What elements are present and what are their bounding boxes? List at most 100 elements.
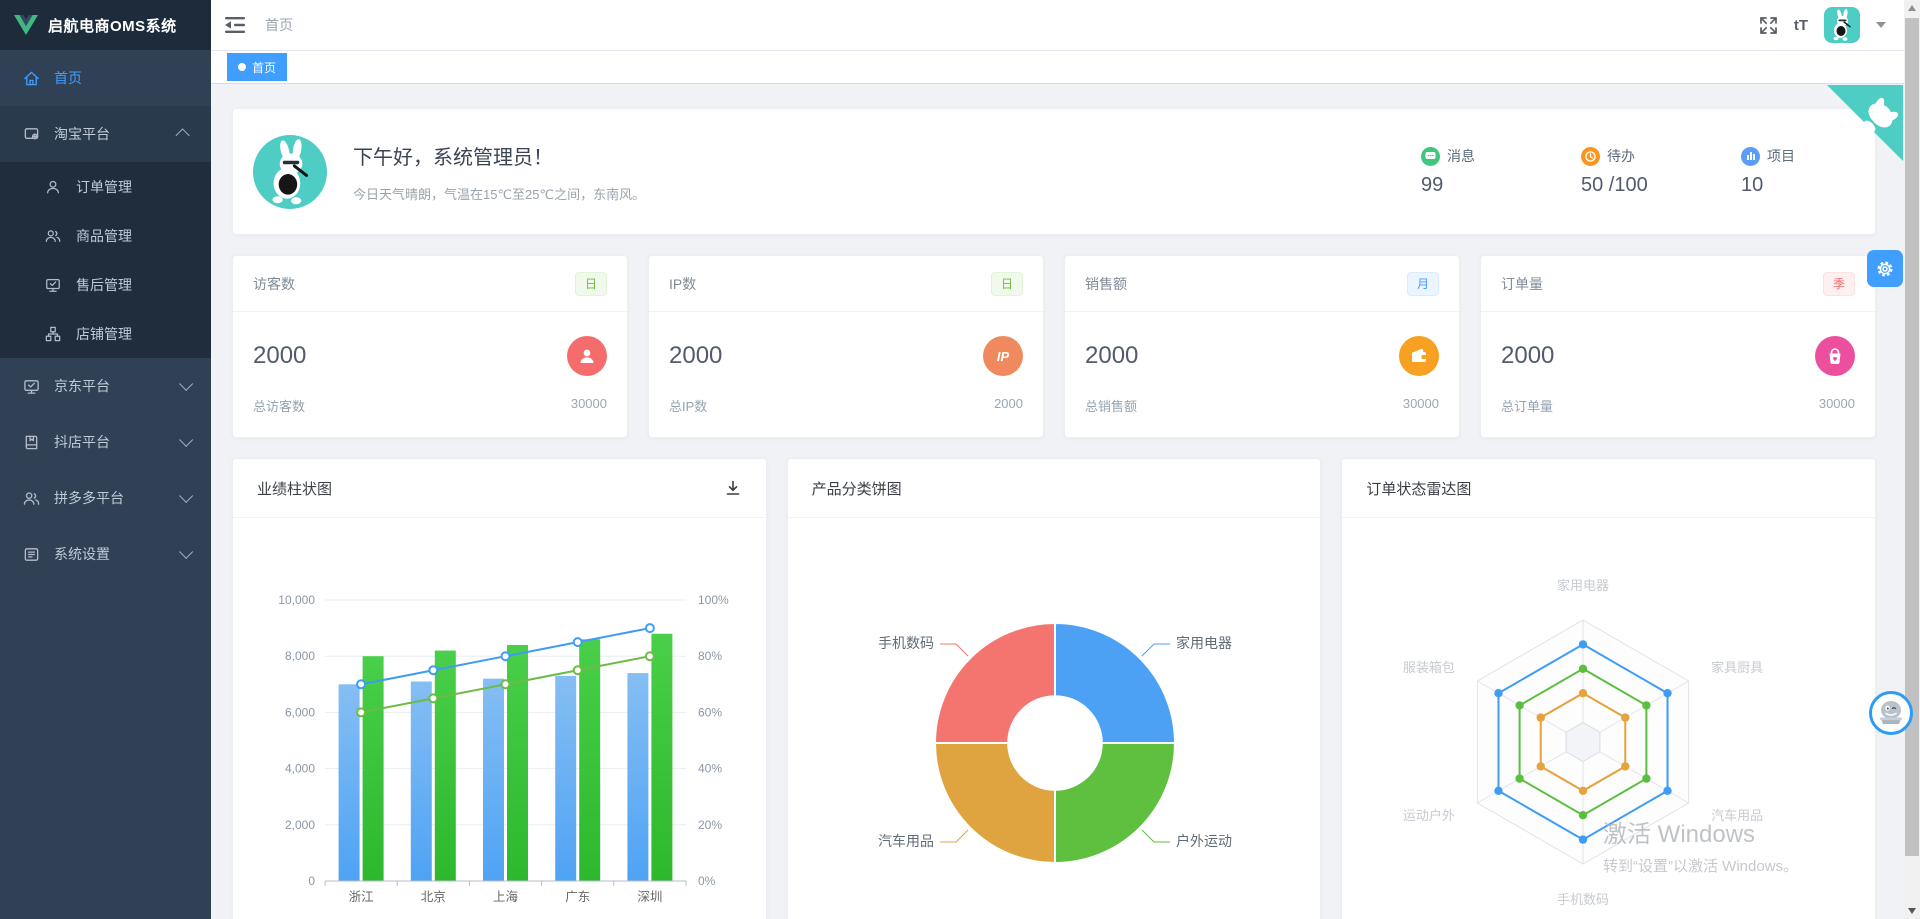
svg-text:0%: 0% xyxy=(698,874,716,888)
svg-text:家用电器: 家用电器 xyxy=(1176,635,1232,651)
stat-cards-row: 访客数 日 2000 总访客数 30000 IP数 日 2000 IP 总IP数… xyxy=(232,255,1876,438)
svg-text:手机数码: 手机数码 xyxy=(1557,892,1609,907)
app-title: 启航电商OMS系统 xyxy=(48,15,177,36)
platform-icon xyxy=(22,125,40,143)
greeting-title: 下午好，系统管理员！ xyxy=(353,141,645,170)
theme-settings-button[interactable] xyxy=(1867,250,1903,287)
stat-card-value: 2000 xyxy=(669,342,722,370)
chevron-up-icon xyxy=(176,128,190,142)
sidebar-item-label: 淘宝平台 xyxy=(54,124,110,144)
sidebar-item-order-management[interactable]: 订单管理 xyxy=(0,162,211,211)
period-badge: 季 xyxy=(1823,272,1855,296)
stat-footer-label: 总访客数 xyxy=(253,396,305,415)
sidebar-item-label: 拼多多平台 xyxy=(54,488,124,508)
sidebar-item-pdd[interactable]: 拼多多平台 xyxy=(0,470,211,526)
sidebar-item-label: 店铺管理 xyxy=(76,324,132,344)
stat-footer-value: 30000 xyxy=(571,396,607,415)
stat-value: 50 /100 xyxy=(1581,174,1669,197)
sidebar-item-taobao[interactable]: 淘宝平台 xyxy=(0,106,211,162)
home-icon xyxy=(22,69,40,87)
customer-service-button[interactable] xyxy=(1869,691,1913,735)
radar-chart-svg: 家用电器家具厨具汽车用品手机数码运动户外服装箱包 xyxy=(1362,518,1857,919)
sidebar-collapse-button[interactable] xyxy=(211,16,259,34)
svg-text:20%: 20% xyxy=(698,818,722,832)
stat-messages: 消息 99 xyxy=(1421,146,1509,197)
monitor-check-icon xyxy=(44,276,62,294)
tag-label: 首页 xyxy=(252,59,276,76)
svg-text:100%: 100% xyxy=(698,593,729,607)
download-icon xyxy=(724,479,742,497)
stat-todos: 待办 50 /100 xyxy=(1581,146,1669,197)
chart-title: 产品分类饼图 xyxy=(812,478,902,499)
scrollbar-thumb[interactable] xyxy=(1905,18,1919,856)
svg-text:汽车用品: 汽车用品 xyxy=(1712,808,1764,823)
sidebar-item-product-management[interactable]: 商品管理 xyxy=(0,211,211,260)
svg-text:运动户外: 运动户外 xyxy=(1403,808,1455,823)
svg-text:4,000: 4,000 xyxy=(285,762,315,776)
greeting-texts: 下午好，系统管理员！ 今日天气晴朗，气温在15℃至25℃之间，东南风。 xyxy=(353,141,645,203)
sidebar-item-aftersale-management[interactable]: 售后管理 xyxy=(0,260,211,309)
message-icon xyxy=(1421,147,1440,166)
greeting-avatar xyxy=(253,135,327,209)
svg-text:户外运动: 户外运动 xyxy=(1176,833,1232,849)
stat-card-visitors: 访客数 日 2000 总访客数 30000 xyxy=(232,255,628,438)
stat-label: 消息 xyxy=(1447,146,1475,166)
period-badge: 日 xyxy=(991,272,1023,296)
sidebar-menu: 首页 淘宝平台 订单管理 xyxy=(0,50,211,582)
sidebar-item-label: 系统设置 xyxy=(54,544,110,564)
period-badge: 日 xyxy=(575,272,607,296)
breadcrumb[interactable]: 首页 xyxy=(265,15,293,35)
svg-text:2,000: 2,000 xyxy=(285,818,315,832)
download-button[interactable] xyxy=(724,479,742,497)
bunny-avatar-icon xyxy=(1824,7,1860,43)
stat-card-value: 2000 xyxy=(253,342,306,370)
chart-title: 订单状态雷达图 xyxy=(1366,478,1471,499)
sidebar-item-label: 售后管理 xyxy=(76,275,132,295)
scroll-down-arrow[interactable] xyxy=(1908,908,1916,914)
sidebar-item-jd[interactable]: 京东平台 xyxy=(0,358,211,414)
svg-text:40%: 40% xyxy=(698,762,722,776)
stat-card-title: 访客数 xyxy=(253,274,295,294)
sidebar-item-label: 商品管理 xyxy=(76,226,132,246)
svg-text:广东: 广东 xyxy=(565,890,590,904)
sidebar-item-home[interactable]: 首页 xyxy=(0,50,211,106)
oms-dashboard: 启航电商OMS系统 首页 淘宝平台 xyxy=(0,0,1920,919)
settings-icon xyxy=(22,545,40,563)
stat-card-title: IP数 xyxy=(669,274,696,294)
svg-text:8,000: 8,000 xyxy=(285,649,315,663)
org-icon xyxy=(44,325,62,343)
stat-footer-value: 2000 xyxy=(994,396,1023,415)
svg-text:浙江: 浙江 xyxy=(349,889,374,904)
scroll-up-arrow[interactable] xyxy=(1908,5,1916,11)
navbar-actions: tT xyxy=(1759,7,1920,43)
sidebar-item-doudian[interactable]: 抖店平台 xyxy=(0,414,211,470)
main-content: 下午好，系统管理员！ 今日天气晴朗，气温在15℃至25℃之间，东南风。 消息 9… xyxy=(211,84,1904,919)
hamburger-icon xyxy=(225,16,245,34)
sidebar-item-shop-management[interactable]: 店铺管理 xyxy=(0,309,211,358)
font-size-button[interactable]: tT xyxy=(1794,17,1808,34)
stat-label: 待办 xyxy=(1607,146,1635,166)
ip-icon: IP xyxy=(983,336,1023,376)
pie-chart-card: 产品分类饼图 家用电器户外运动汽车用品手机数码 xyxy=(787,458,1322,919)
fullscreen-button[interactable] xyxy=(1759,16,1778,35)
stat-footer-value: 30000 xyxy=(1819,396,1855,415)
avatar-dropdown-caret[interactable] xyxy=(1876,22,1886,28)
app-logo: 启航电商OMS系统 xyxy=(0,0,211,50)
svg-text:家具厨具: 家具厨具 xyxy=(1712,660,1764,675)
stat-label: 项目 xyxy=(1767,146,1795,166)
stat-card-ip: IP数 日 2000 IP 总IP数 2000 xyxy=(648,255,1044,438)
svg-text:家用电器: 家用电器 xyxy=(1557,578,1609,593)
stat-projects: 项目 10 xyxy=(1741,146,1829,197)
bar-chart-card: 业绩柱状图 00%2,00020%4,00040%6,00060%8,00080… xyxy=(232,458,767,919)
svg-text:深圳: 深圳 xyxy=(637,890,662,904)
tag-home[interactable]: 首页 xyxy=(227,53,287,81)
stat-footer-label: 总订单量 xyxy=(1501,396,1553,415)
greeting-weather: 今日天气晴朗，气温在15℃至25℃之间，东南风。 xyxy=(353,184,645,203)
corner-ribbon[interactable] xyxy=(1827,85,1903,161)
stat-card-orders: 订单量 季 2000 总订单量 30000 xyxy=(1480,255,1876,438)
svg-text:汽车用品: 汽车用品 xyxy=(878,833,934,849)
charts-row: 业绩柱状图 00%2,00020%4,00040%6,00060%8,00080… xyxy=(232,458,1876,919)
sidebar-item-label: 抖店平台 xyxy=(54,432,110,452)
user-avatar[interactable] xyxy=(1824,7,1860,43)
sidebar-item-settings[interactable]: 系统设置 xyxy=(0,526,211,582)
